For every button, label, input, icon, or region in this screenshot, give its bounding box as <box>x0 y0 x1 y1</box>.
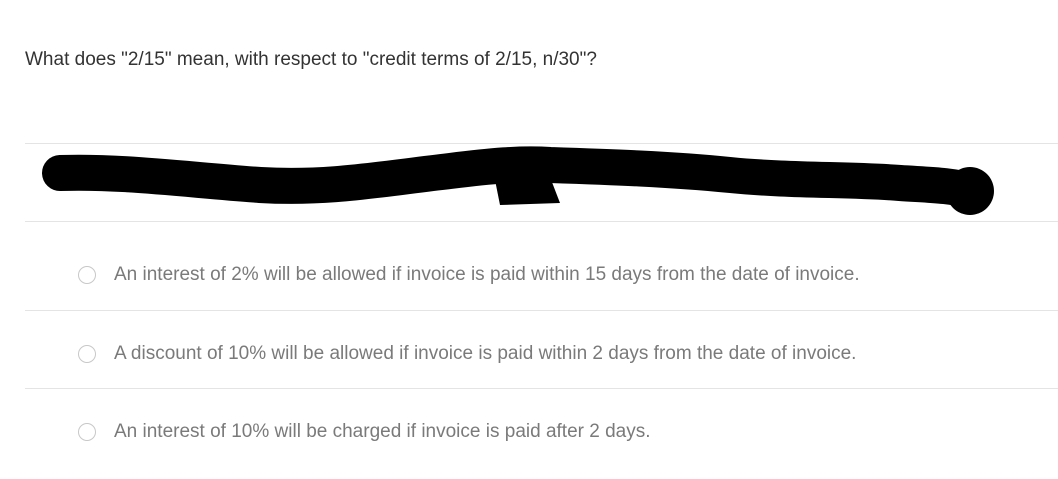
answer-option-label: A discount of 10% will be allowed if inv… <box>114 343 857 364</box>
divider-top <box>25 143 1058 144</box>
question-text: What does "2/15" mean, with respect to "… <box>25 49 597 70</box>
redaction-scribble <box>42 146 994 215</box>
answer-option-3[interactable]: An interest of 10% will be charged if in… <box>78 420 651 444</box>
answer-option-label: An interest of 10% will be charged if in… <box>114 421 651 442</box>
divider-redaction-bottom <box>25 221 1058 222</box>
answer-option-label: An interest of 2% will be allowed if inv… <box>114 264 860 285</box>
divider-option-2 <box>25 388 1058 389</box>
radio-button[interactable] <box>78 266 96 284</box>
divider-option-1 <box>25 310 1058 311</box>
radio-button[interactable] <box>78 423 96 441</box>
radio-button[interactable] <box>78 345 96 363</box>
answer-option-1[interactable]: An interest of 2% will be allowed if inv… <box>78 263 860 287</box>
answer-option-2[interactable]: A discount of 10% will be allowed if inv… <box>78 342 856 366</box>
